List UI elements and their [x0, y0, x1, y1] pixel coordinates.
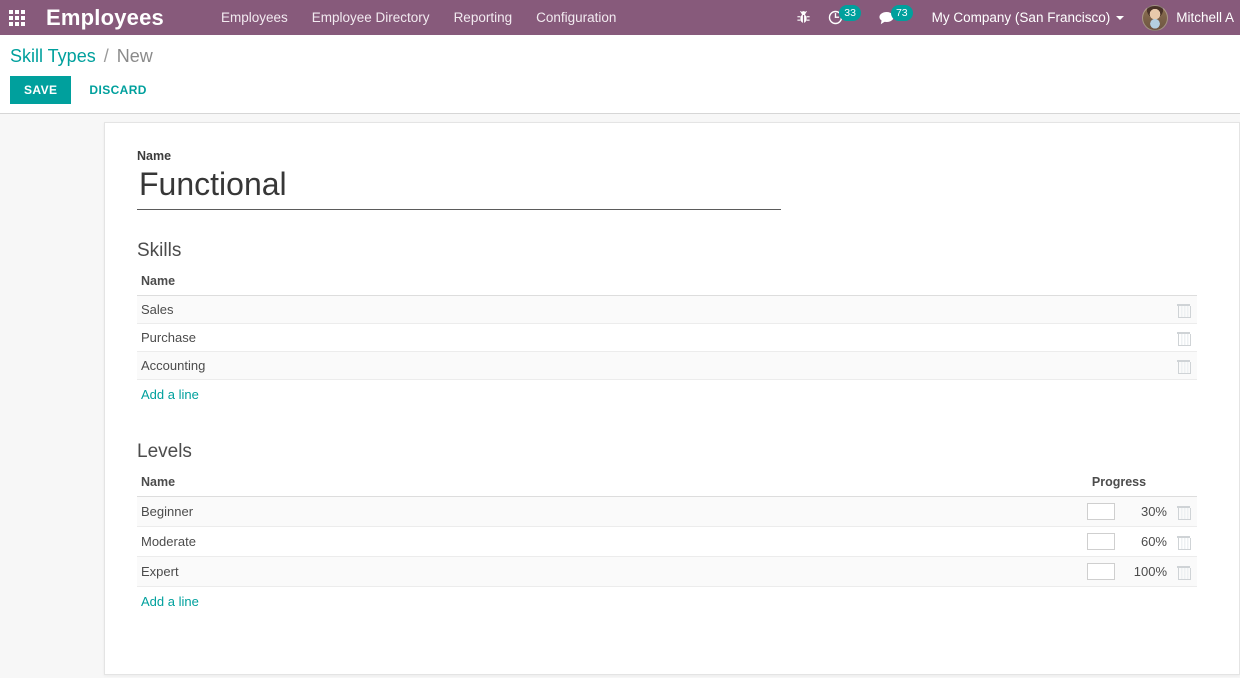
level-progress-cell[interactable]: 100%: [1069, 556, 1169, 588]
skills-add-a-line-link[interactable]: Add a line: [137, 380, 203, 402]
level-name-cell[interactable]: Moderate: [137, 526, 1069, 558]
levels-column-name: Name: [137, 475, 1069, 498]
trash-icon[interactable]: [1176, 304, 1191, 319]
name-input[interactable]: [137, 166, 781, 210]
skills-column-delete: [1169, 274, 1197, 296]
level-name-cell[interactable]: Beginner: [137, 496, 1069, 528]
skill-name-cell[interactable]: Purchase: [137, 323, 1169, 353]
levels-header-row: Name Progress: [137, 475, 1197, 498]
levels-column-delete: [1169, 475, 1197, 498]
trash-icon[interactable]: [1176, 536, 1191, 551]
control-panel-buttons: SAVE DISCARD: [10, 76, 1240, 104]
levels-column-progress: Progress: [1069, 475, 1169, 498]
level-delete-cell[interactable]: [1169, 526, 1197, 558]
menu-item-reporting[interactable]: Reporting: [442, 2, 525, 33]
skills-column-name: Name: [137, 274, 1169, 296]
breadcrumb-skill-types[interactable]: Skill Types: [10, 46, 96, 66]
level-name-cell[interactable]: Expert: [137, 556, 1069, 588]
progress-value-label: 30%: [1140, 504, 1167, 520]
skill-delete-cell[interactable]: [1169, 323, 1197, 353]
name-field-label: Name: [137, 149, 172, 163]
messages-count-badge: 73: [890, 4, 913, 22]
level-delete-cell[interactable]: [1169, 496, 1197, 528]
skill-delete-cell[interactable]: [1169, 295, 1197, 325]
chevron-down-icon: [1116, 15, 1125, 20]
trash-icon[interactable]: [1176, 332, 1191, 347]
table-row[interactable]: Expert 100%: [137, 556, 1197, 588]
skills-table-body: Sales Purchase Accounting: [137, 295, 1197, 381]
apps-grid-icon: [9, 9, 25, 26]
app-brand-title[interactable]: Employees: [34, 5, 174, 31]
activity-menu-button[interactable]: 33: [819, 0, 870, 35]
table-row[interactable]: Purchase: [137, 323, 1197, 353]
form-sheet: Name Skills Name Sales: [104, 122, 1240, 675]
user-name-label: Mitchell A: [1176, 10, 1234, 25]
skills-table-head: Name: [137, 274, 1197, 296]
level-progress-cell[interactable]: 60%: [1069, 526, 1169, 558]
trash-icon[interactable]: [1176, 506, 1191, 521]
breadcrumb-current: New: [116, 46, 153, 66]
skill-name-cell[interactable]: Sales: [137, 295, 1169, 325]
skills-section: Skills Name Sales Purchase Accounting Ad…: [137, 240, 1239, 404]
table-row[interactable]: Accounting: [137, 351, 1197, 381]
levels-section: Levels Name Progress Beginner 30% Modera…: [137, 441, 1239, 611]
save-button[interactable]: SAVE: [10, 76, 72, 104]
menu-item-employees[interactable]: Employees: [209, 2, 300, 33]
avatar: [1142, 4, 1169, 31]
top-navbar: Employees Employees Employee Directory R…: [0, 0, 1240, 35]
skills-table: Name Sales Purchase Accounting: [137, 274, 1197, 381]
skills-header-row: Name: [137, 274, 1197, 296]
levels-table: Name Progress Beginner 30% Moderate 60% …: [137, 475, 1197, 588]
control-panel: Skill Types / New SAVE DISCARD: [0, 35, 1240, 114]
form-sheet-wrapper: Name Skills Name Sales: [0, 122, 1240, 675]
progress-value-label: 100%: [1133, 564, 1167, 580]
table-row[interactable]: Sales: [137, 295, 1197, 325]
apps-menu-button[interactable]: [0, 0, 34, 35]
table-row[interactable]: Moderate 60%: [137, 526, 1197, 558]
table-row[interactable]: Beginner 30%: [137, 496, 1197, 528]
trash-icon[interactable]: [1176, 360, 1191, 375]
skills-section-title: Skills: [137, 240, 182, 261]
menu-item-employee-directory[interactable]: Employee Directory: [300, 2, 442, 33]
navbar-right-tools: 33 73 My Company (San Francisco) Mitchel…: [788, 0, 1240, 35]
messages-menu-button[interactable]: 73: [870, 0, 922, 35]
levels-add-a-line-link[interactable]: Add a line: [137, 587, 203, 609]
progress-value-label: 60%: [1140, 534, 1167, 550]
bug-icon: [797, 10, 810, 23]
navbar-menu: Employees Employee Directory Reporting C…: [209, 2, 628, 33]
discard-button[interactable]: DISCARD: [79, 77, 156, 103]
levels-section-title: Levels: [137, 441, 192, 463]
breadcrumb: Skill Types / New: [10, 43, 1240, 69]
company-name-label: My Company (San Francisco): [931, 10, 1111, 25]
debug-menu-button[interactable]: [788, 0, 819, 35]
progress-bar[interactable]: [1087, 503, 1116, 521]
skill-name-cell[interactable]: Accounting: [137, 351, 1169, 381]
level-delete-cell[interactable]: [1169, 556, 1197, 588]
user-menu[interactable]: Mitchell A: [1132, 4, 1240, 31]
name-field-group: Name: [137, 149, 1239, 210]
activity-count-badge: 33: [839, 4, 861, 22]
level-progress-cell[interactable]: 30%: [1069, 496, 1169, 528]
menu-item-configuration[interactable]: Configuration: [524, 2, 628, 33]
breadcrumb-separator: /: [103, 46, 109, 66]
levels-table-head: Name Progress: [137, 475, 1197, 498]
company-switcher[interactable]: My Company (San Francisco): [922, 10, 1133, 25]
skill-delete-cell[interactable]: [1169, 351, 1197, 381]
progress-bar[interactable]: [1087, 563, 1116, 581]
progress-bar[interactable]: [1087, 533, 1116, 551]
levels-table-body: Beginner 30% Moderate 60% Expert 100%: [137, 496, 1197, 588]
form-view-body: Name Skills Name Sales: [0, 114, 1240, 678]
trash-icon[interactable]: [1176, 566, 1191, 581]
